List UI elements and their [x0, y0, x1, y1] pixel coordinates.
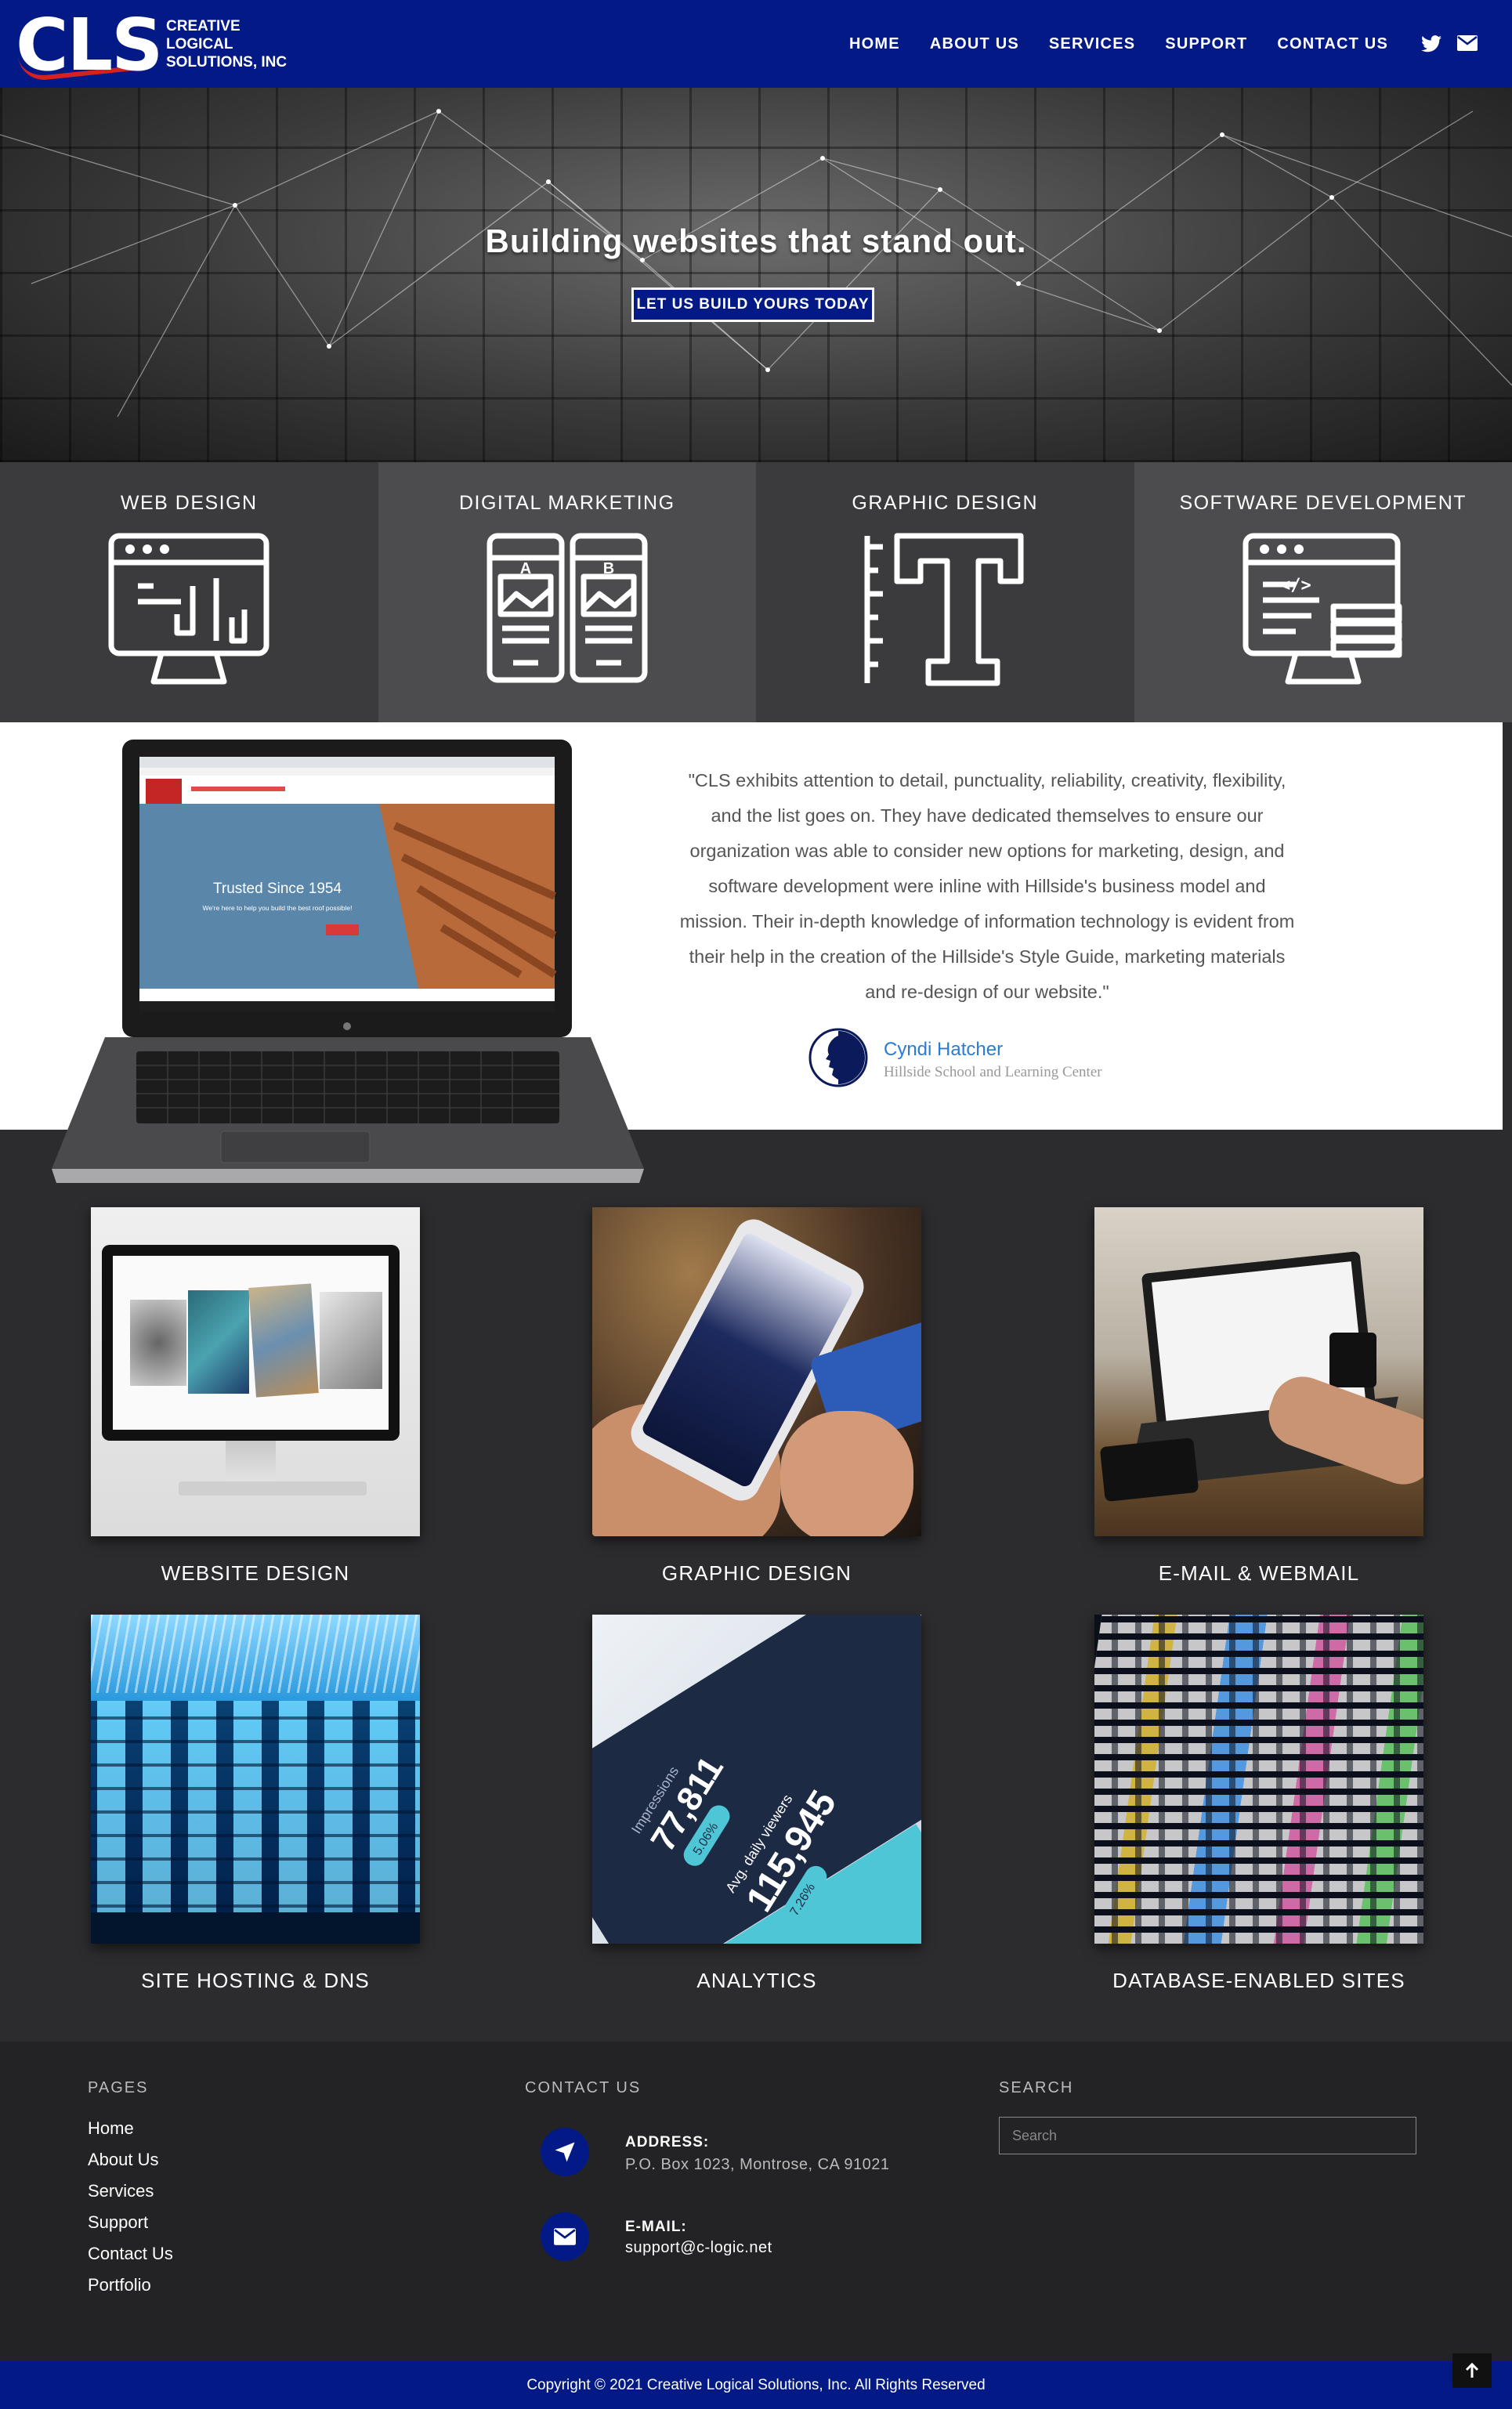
- service-label: SOFTWARE DEVELOPMENT: [1179, 492, 1467, 514]
- author-logo: [808, 1028, 868, 1087]
- ab-testing-icon: A B: [487, 533, 647, 683]
- portfolio-website-design[interactable]: WEBSITE DESIGN: [91, 1207, 420, 1585]
- copyright-text: Copyright © 2021 Creative Logical Soluti…: [526, 2376, 986, 2393]
- site-header: CLS CREATIVE LOGICAL SOLUTIONS, INC HOME…: [0, 0, 1512, 88]
- footer-link-services[interactable]: Services: [88, 2181, 154, 2201]
- code-monitor-icon: </>: [1243, 533, 1402, 685]
- copyright-bar: Copyright © 2021 Creative Logical Soluti…: [0, 2361, 1512, 2409]
- logo-text: CREATIVE LOGICAL SOLUTIONS, INC: [166, 18, 288, 71]
- svg-text:B: B: [602, 560, 613, 577]
- logo-mark: CLS: [16, 3, 163, 87]
- location-arrow-icon: [541, 2128, 589, 2176]
- nav-home[interactable]: HOME: [849, 35, 900, 53]
- service-software-development[interactable]: SOFTWARE DEVELOPMENT </>: [1134, 462, 1512, 722]
- twitter-icon[interactable]: [1421, 35, 1441, 52]
- graphic-design-image[interactable]: [592, 1207, 921, 1536]
- email-value[interactable]: support@c-logic.net: [625, 2239, 772, 2257]
- website-design-image[interactable]: [91, 1207, 420, 1536]
- portfolio-label: DATABASE-ENABLED SITES: [1112, 1969, 1405, 1992]
- service-digital-marketing[interactable]: DIGITAL MARKETING A B: [378, 462, 756, 722]
- email-webmail-image[interactable]: [1094, 1207, 1423, 1536]
- site-footer: PAGES Home About Us Services Support Con…: [0, 2042, 1512, 2361]
- portfolio-label: SITE HOSTING & DNS: [141, 1969, 370, 1992]
- services-band: WEB DESIGN DIGITAL MARKETING A B GRAPHIC…: [0, 462, 1512, 722]
- footer-link-contact-us[interactable]: Contact Us: [88, 2244, 173, 2264]
- footer-search-heading: SEARCH: [999, 2079, 1074, 2096]
- service-label: GRAPHIC DESIGN: [852, 492, 1039, 514]
- testimonial-author[interactable]: Cyndi Hatcher: [884, 1039, 1003, 1061]
- service-web-design[interactable]: WEB DESIGN: [0, 462, 378, 722]
- footer-link-portfolio[interactable]: Portfolio: [88, 2275, 151, 2295]
- network-lines: [0, 109, 1512, 418]
- laptop-mockup: Trusted Since 1954 We're here to help yo…: [50, 740, 646, 1190]
- service-graphic-design[interactable]: GRAPHIC DESIGN: [756, 462, 1134, 722]
- hero-title: Building websites that stand out.: [485, 222, 1027, 259]
- laptop-image: Trusted Since 1954 We're here to help yo…: [52, 740, 644, 1183]
- portfolio-label: E-MAIL & WEBMAIL: [1158, 1561, 1360, 1585]
- envelope-icon[interactable]: [1457, 35, 1478, 51]
- testimonial-organization: Hillside School and Learning Center: [884, 1064, 1102, 1080]
- site-hosting-image[interactable]: [91, 1615, 420, 1944]
- portfolio-label: WEBSITE DESIGN: [161, 1561, 350, 1585]
- laptop-screen-subline: We're here to help you build the best ro…: [203, 904, 353, 912]
- svg-text:A: A: [519, 560, 530, 577]
- hero-cta-button[interactable]: LET US BUILD YOURS TODAY: [631, 288, 874, 322]
- svg-text:</>: </>: [1280, 576, 1311, 595]
- analytics-figures: Impressions 77,811 5.06% Avg. daily view…: [628, 1750, 845, 1927]
- portfolio-site-hosting[interactable]: SITE HOSTING & DNS: [91, 1615, 420, 1992]
- email-label: E-MAIL:: [625, 2219, 687, 2235]
- arrow-up-icon: [1465, 2362, 1479, 2378]
- main-nav: HOME ABOUT US SERVICES SUPPORT CONTACT U…: [819, 0, 1478, 88]
- nav-services[interactable]: SERVICES: [1049, 35, 1135, 53]
- service-label: DIGITAL MARKETING: [458, 492, 675, 514]
- database-sites-image[interactable]: [1094, 1615, 1423, 1944]
- service-label: WEB DESIGN: [120, 492, 258, 514]
- footer-pages-heading: PAGES: [88, 2079, 149, 2096]
- footer-contact-heading: CONTACT US: [525, 2079, 642, 2096]
- portfolio-analytics[interactable]: Impressions 77,811 5.06% Avg. daily view…: [592, 1615, 921, 1992]
- nav-contact-us[interactable]: CONTACT US: [1277, 35, 1388, 53]
- testimonial-quote: "CLS exhibits attention to detail, punct…: [679, 770, 1295, 1002]
- web-design-icon: [108, 533, 269, 685]
- search-input[interactable]: [999, 2117, 1416, 2154]
- portfolio-graphic-design[interactable]: GRAPHIC DESIGN: [592, 1207, 921, 1585]
- envelope-icon: [541, 2212, 589, 2261]
- address-value: P.O. Box 1023, Montrose, CA 91021: [625, 2156, 890, 2173]
- scroll-to-top-button[interactable]: [1452, 2353, 1492, 2388]
- footer-link-home[interactable]: Home: [88, 2118, 134, 2139]
- analytics-image[interactable]: Impressions 77,811 5.06% Avg. daily view…: [592, 1615, 921, 1944]
- nav-support[interactable]: SUPPORT: [1165, 35, 1247, 53]
- logo[interactable]: CLS CREATIVE LOGICAL SOLUTIONS, INC: [16, 6, 298, 85]
- laptop-screen-headline: Trusted Since 1954: [213, 881, 342, 897]
- address-label: ADDRESS:: [625, 2134, 710, 2150]
- hero-banner: Building websites that stand out. LET US…: [0, 88, 1512, 462]
- nav-about-us[interactable]: ABOUT US: [930, 35, 1019, 53]
- typography-icon: [864, 533, 1024, 686]
- portfolio-label: GRAPHIC DESIGN: [661, 1561, 852, 1585]
- footer-link-about-us[interactable]: About Us: [88, 2150, 159, 2170]
- portfolio-email-webmail[interactable]: E-MAIL & WEBMAIL: [1094, 1207, 1423, 1585]
- portfolio-label: ANALYTICS: [696, 1969, 817, 1992]
- portfolio-database-sites[interactable]: DATABASE-ENABLED SITES: [1094, 1615, 1423, 1992]
- footer-link-support[interactable]: Support: [88, 2212, 148, 2233]
